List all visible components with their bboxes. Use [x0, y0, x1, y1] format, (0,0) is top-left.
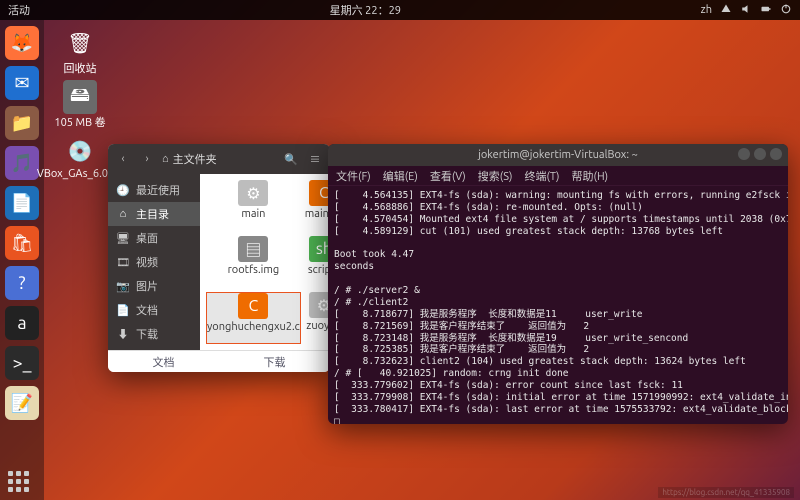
- file-scripts[interactable]: sh scripts: [305, 236, 330, 288]
- file-label: main: [241, 208, 265, 220]
- file-manager-window[interactable]: ‹ › ⌂ 主文件夹 🔍 ≡ 🕘最近使用⌂主目录🖥桌面🎞视频📷图片📄文档⬇下载🎵…: [108, 144, 330, 372]
- sidebar-item-label: 文档: [136, 302, 158, 318]
- file-label: zuoye1: [306, 320, 330, 332]
- battery-icon[interactable]: [760, 3, 772, 18]
- file-main[interactable]: ⚙ main: [206, 180, 301, 232]
- menu-文件(F)[interactable]: 文件(F): [336, 168, 371, 184]
- terminal-menubar[interactable]: 文件(F) 编辑(E) 查看(V) 搜索(S) 终端(T) 帮助(H): [328, 166, 788, 186]
- terminal-output[interactable]: [ 4.564135] EXT4-fs (sda): warning: moun…: [328, 186, 788, 424]
- folder-icon: 📄: [116, 304, 130, 317]
- close-button[interactable]: [770, 148, 782, 160]
- desktop-volume[interactable]: 🖴105 MB 卷: [54, 80, 105, 130]
- dock-terminal[interactable]: >_: [5, 346, 39, 380]
- file-label: main.cp: [305, 208, 330, 220]
- sidebar-item-下载[interactable]: ⬇ 下载: [108, 322, 200, 346]
- sidebar-item-label: 下载: [136, 326, 158, 342]
- clock[interactable]: 星期六 22：29: [30, 2, 701, 18]
- menu-查看(V)[interactable]: 查看(V): [430, 168, 466, 184]
- file-manager-statusbar: 文档 下载: [108, 350, 330, 372]
- show-applications-button[interactable]: [8, 471, 29, 492]
- terminal-title: jokertim@jokertim-VirtualBox: ~: [478, 149, 638, 161]
- file-manager-headerbar: ‹ › ⌂ 主文件夹 🔍 ≡: [108, 144, 330, 174]
- file-icon: C: [238, 293, 268, 319]
- watermark: https://blog.csdn.net/qq_41335908: [658, 487, 794, 498]
- folder-icon: 📷: [116, 280, 130, 293]
- vbox-ga-icon: 💿: [63, 134, 97, 168]
- menu-编辑(E)[interactable]: 编辑(E): [383, 168, 418, 184]
- sidebar-item-最近使用[interactable]: 🕘 最近使用: [108, 178, 200, 202]
- file-label: yonghuchengxu2.c: [207, 321, 300, 333]
- sidebar-item-label: 图片: [136, 278, 158, 294]
- path-label: 主文件夹: [173, 151, 217, 167]
- trash-label: 回收站: [64, 60, 97, 76]
- maximize-button[interactable]: [754, 148, 766, 160]
- file-manager-sidebar: 🕘最近使用⌂主目录🖥桌面🎞视频📷图片📄文档⬇下载🎵音乐🗑回收站💿VBox_GA……: [108, 174, 200, 350]
- file-label: scripts: [308, 264, 330, 276]
- file-icon: ⚙: [309, 292, 330, 318]
- sidebar-item-图片[interactable]: 📷 图片: [108, 274, 200, 298]
- file-icon: C: [309, 180, 330, 206]
- dock-help[interactable]: ?: [5, 266, 39, 300]
- desktop-icons: 🗑回收站🖴105 MB 卷💿VBox_GAs_6.0.12: [50, 26, 110, 180]
- menu-终端(T)[interactable]: 终端(T): [524, 168, 559, 184]
- sidebar-item-文档[interactable]: 📄 文档: [108, 298, 200, 322]
- sidebar-item-label: 桌面: [136, 230, 158, 246]
- dock-firefox[interactable]: 🦊: [5, 26, 39, 60]
- hamburger-menu[interactable]: ≡: [306, 150, 324, 168]
- folder-icon: 🎞: [116, 256, 130, 269]
- input-method-indicator[interactable]: zh: [701, 4, 712, 16]
- folder-icon: ⌂: [116, 208, 130, 220]
- dock-rhythmbox[interactable]: 🎵: [5, 146, 39, 180]
- volume-label: 105 MB 卷: [54, 114, 105, 130]
- file-main.cp[interactable]: Cmain.cp: [305, 180, 330, 232]
- power-icon[interactable]: [780, 3, 792, 18]
- file-zuoye1[interactable]: ⚙ zuoye1: [305, 292, 330, 344]
- dock-amazon[interactable]: a: [5, 306, 39, 340]
- file-rootfs.img[interactable]: ▤ rootfs.img: [206, 236, 301, 288]
- menu-搜索(S)[interactable]: 搜索(S): [478, 168, 513, 184]
- sidebar-item-视频[interactable]: 🎞 视频: [108, 250, 200, 274]
- dock-thunderbird[interactable]: ✉: [5, 66, 39, 100]
- terminal-titlebar[interactable]: jokertim@jokertim-VirtualBox: ~: [328, 144, 788, 166]
- minimize-button[interactable]: [738, 148, 750, 160]
- dock-writer[interactable]: 📄: [5, 186, 39, 220]
- file-icon: sh: [309, 236, 330, 262]
- volume-icon: 🖴: [63, 80, 97, 114]
- back-button[interactable]: ‹: [114, 150, 132, 168]
- sidebar-item-label: 最近使用: [136, 182, 180, 198]
- folder-icon: 🕘: [116, 184, 130, 197]
- file-grid[interactable]: ⚙ main Cmain.cp ▤ rootfs.img sh scripts Cyonghu…: [200, 174, 330, 350]
- activities-button[interactable]: 活动: [8, 2, 30, 18]
- trash-icon: 🗑: [63, 26, 97, 60]
- search-button[interactable]: 🔍: [282, 150, 300, 168]
- dock-files[interactable]: 📁: [5, 106, 39, 140]
- volume-icon[interactable]: [740, 3, 752, 18]
- dock-text-editor[interactable]: 📝: [5, 386, 39, 420]
- folder-icon: ⬇: [116, 326, 130, 342]
- status-right: 下载: [264, 354, 286, 370]
- network-icon[interactable]: [720, 3, 732, 18]
- status-left: 文档: [153, 354, 175, 370]
- forward-button[interactable]: ›: [138, 150, 156, 168]
- dock: 🦊 ✉ 📁 🎵 📄 🛍? a >_ 📝: [0, 20, 44, 500]
- menu-帮助(H)[interactable]: 帮助(H): [572, 168, 609, 184]
- top-panel: 活动 星期六 22：29 zh: [0, 0, 800, 20]
- file-label: rootfs.img: [228, 264, 280, 276]
- path-bar[interactable]: ⌂ 主文件夹: [162, 151, 276, 167]
- sidebar-item-桌面[interactable]: 🖥 桌面: [108, 226, 200, 250]
- dock-software[interactable]: 🛍: [5, 226, 39, 260]
- desktop-trash[interactable]: 🗑回收站: [63, 26, 97, 76]
- terminal-window[interactable]: jokertim@jokertim-VirtualBox: ~ 文件(F) 编辑(…: [328, 144, 788, 424]
- sidebar-item-主目录[interactable]: ⌂ 主目录: [108, 202, 200, 226]
- file-icon: ▤: [238, 236, 268, 262]
- file-icon: ⚙: [238, 180, 268, 206]
- system-tray[interactable]: zh: [701, 3, 792, 18]
- home-icon: ⌂: [162, 153, 169, 165]
- file-yonghuchengxu2.c[interactable]: Cyonghuchengxu2.c: [206, 292, 301, 344]
- folder-icon: 🖥: [116, 232, 130, 245]
- sidebar-item-label: 主目录: [136, 206, 169, 222]
- sidebar-item-label: 视频: [136, 254, 158, 270]
